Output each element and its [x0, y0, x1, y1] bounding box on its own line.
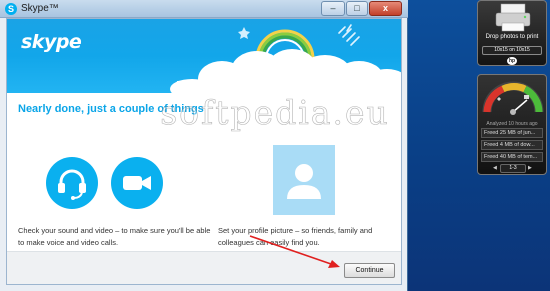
sound-video-description: Check your sound and video – to make sur… [18, 226, 211, 247]
video-check-button[interactable] [111, 157, 163, 209]
continue-button[interactable]: Continue [344, 263, 395, 278]
skype-logo: skype [21, 31, 82, 53]
profile-picture-placeholder[interactable] [273, 145, 335, 215]
skype-client-area: skype Nearly done, just a couple of thin… [6, 18, 402, 285]
page-title: Nearly done, just a couple of things [18, 103, 204, 115]
skype-app-icon: S [5, 3, 17, 15]
headset-icon [58, 169, 86, 200]
cleaner-gadget[interactable]: Analyzed 10 hours ago Freed 25 MB of jun… [477, 74, 547, 175]
next-page-icon[interactable]: ▶ [528, 165, 532, 171]
print-size-select[interactable]: 10x15 on 10x15 [482, 46, 542, 55]
maximize-button[interactable]: □ [346, 1, 368, 16]
close-button[interactable]: x [369, 1, 402, 16]
sound-check-button[interactable] [46, 157, 98, 209]
setup-content: Nearly done, just a couple of things Che… [7, 93, 401, 247]
list-item[interactable]: Freed 4 MB of dow... [481, 140, 543, 150]
previous-page-icon[interactable]: ◀ [493, 165, 497, 171]
printer-icon [495, 3, 531, 32]
analyzed-status: Analyzed 10 hours ago [486, 121, 538, 127]
skype-window: S Skype™ – □ x skype Nearly done, just a… [0, 0, 408, 291]
print-caption: Drop photos to print [485, 34, 539, 40]
title-bar[interactable]: S Skype™ – □ x [0, 0, 408, 18]
print-gadget[interactable]: Drop photos to print 10x15 on 10x15 hp [477, 0, 547, 66]
disk-gauge-icon [482, 81, 544, 115]
welcome-header: skype [7, 19, 401, 93]
profile-avatar-icon [287, 164, 321, 199]
hp-logo: hp [507, 57, 517, 65]
video-camera-icon [123, 176, 151, 190]
profile-picture-description: Set your profile picture – so friends, f… [218, 226, 373, 247]
window-title: Skype™ [21, 3, 59, 14]
page-indicator: 1-3 [500, 164, 526, 173]
minimize-button[interactable]: – [321, 1, 345, 16]
list-item[interactable]: Freed 25 MB of jun... [481, 128, 543, 138]
list-item[interactable]: Freed 40 MB of tem... [481, 152, 543, 162]
footer-bar: Continue [7, 251, 401, 284]
